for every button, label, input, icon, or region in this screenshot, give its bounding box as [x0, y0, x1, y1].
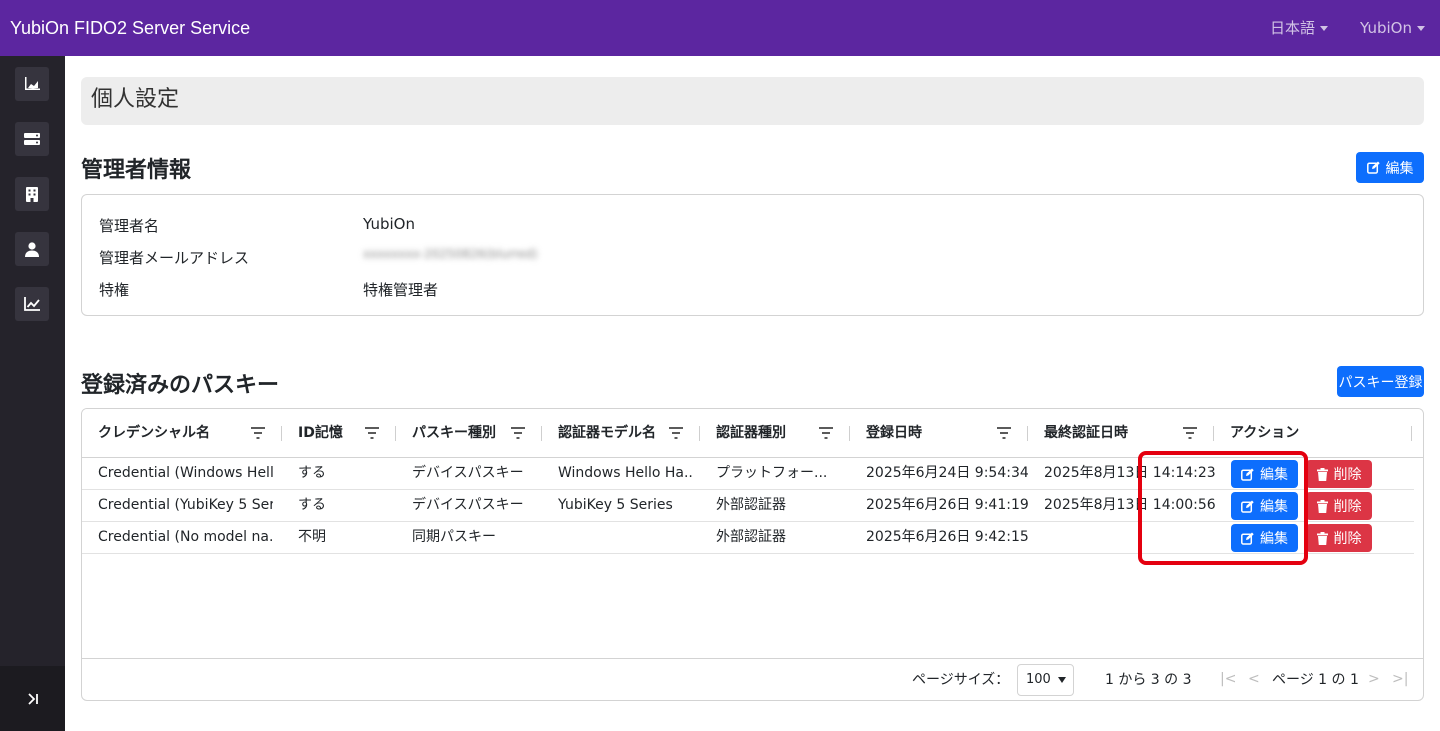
admin-name-label: 管理者名 — [99, 217, 160, 235]
chevron-down-icon — [1416, 26, 1425, 31]
column-header-authenticator-type[interactable]: 認証器種別 — [716, 409, 786, 458]
trash-icon — [1316, 467, 1328, 481]
delete-label: 削除 — [1333, 531, 1362, 547]
top-navbar: YubiOn FIDO2 Server Service 日本語 YubiOn — [0, 0, 1440, 56]
cell-authenticator-type: 外部認証器 — [716, 497, 786, 513]
server-icon — [24, 133, 40, 145]
cell-id-remember: する — [298, 465, 326, 481]
line-chart-icon — [24, 297, 40, 311]
admin-edit-label: 編集 — [1385, 160, 1414, 177]
page-range: 1 から 3 の 3 — [1105, 672, 1192, 688]
column-header-credential-name[interactable]: クレデンシャル名 — [98, 409, 210, 458]
filter-icon[interactable] — [511, 427, 525, 439]
page-title: 個人設定 — [81, 77, 1424, 125]
sidebar-item-dashboard[interactable] — [15, 67, 49, 101]
page-size-label: ページサイズ： — [912, 672, 1010, 688]
column-separator[interactable] — [1213, 426, 1214, 441]
admin-name-value: YubiOn — [363, 215, 415, 233]
chevron-down-icon — [1057, 676, 1066, 683]
cell-id-remember: 不明 — [298, 529, 326, 545]
delete-label: 削除 — [1333, 467, 1362, 483]
cell-passkey-type: 同期パスキー — [412, 529, 496, 545]
delete-passkey-button[interactable]: 削除 — [1306, 492, 1372, 520]
admin-info-card: 管理者名 YubiOn 管理者メールアドレス xxxxxxxx-20250826… — [81, 194, 1424, 316]
register-passkey-button[interactable]: パスキー登録 — [1337, 366, 1424, 397]
cell-credential-name: Credential (Windows Hell... — [98, 465, 273, 481]
column-separator[interactable] — [1027, 426, 1028, 441]
column-separator[interactable] — [281, 426, 282, 441]
admin-privilege-label: 特権 — [99, 281, 130, 299]
admin-privilege-value: 特権管理者 — [363, 281, 439, 299]
page-indicator: ページ 1 の 1 — [1272, 672, 1359, 688]
chevron-down-icon — [1320, 26, 1329, 31]
trash-icon — [1316, 531, 1328, 545]
cell-credential-name: Credential (YubiKey 5 Ser... — [98, 497, 273, 513]
cell-authenticator-type: 外部認証器 — [716, 529, 786, 545]
trash-icon — [1316, 499, 1328, 513]
user-icon — [25, 241, 39, 257]
register-passkey-label: パスキー登録 — [1338, 374, 1423, 391]
cell-passkey-type: デバイスパスキー — [412, 497, 524, 513]
filter-icon[interactable] — [251, 427, 265, 439]
page-size-select[interactable]: 100 — [1017, 664, 1074, 696]
cell-id-remember: する — [298, 497, 326, 513]
filter-icon[interactable] — [997, 427, 1011, 439]
cell-authenticator-type: プラットフォー... — [716, 465, 828, 481]
sidebar-item-statistics[interactable] — [15, 287, 49, 321]
building-icon — [26, 186, 38, 202]
pagination-bar: ページサイズ： 100 1 から 3 の 3 |< < ページ 1 の 1 > … — [82, 658, 1423, 700]
column-separator[interactable] — [1411, 426, 1412, 441]
admin-email-value: xxxxxxxx-20250826(blurred) — [363, 247, 538, 261]
cell-registered-at: 2025年6月26日 9:42:15 — [866, 529, 1029, 545]
last-page-icon[interactable]: >| — [1392, 671, 1408, 687]
filter-icon[interactable] — [1183, 427, 1197, 439]
filter-icon[interactable] — [365, 427, 379, 439]
column-header-id-remember[interactable]: ID記憶 — [298, 409, 343, 458]
sidebar-item-servers[interactable] — [15, 122, 49, 156]
main-content: 個人設定 管理者情報 編集 管理者名 YubiOn 管理者メールアドレス xxx… — [65, 56, 1440, 731]
column-separator[interactable] — [699, 426, 700, 441]
sidebar — [0, 56, 65, 731]
delete-passkey-button[interactable]: 削除 — [1306, 460, 1372, 488]
prev-page-icon[interactable]: < — [1248, 671, 1260, 687]
cell-registered-at: 2025年6月26日 9:41:19 — [866, 497, 1029, 513]
sidebar-item-organization[interactable] — [15, 177, 49, 211]
cell-credential-name: Credential (No model na... — [98, 529, 273, 545]
collapse-toggle-icon — [27, 692, 38, 705]
column-separator[interactable] — [395, 426, 396, 441]
column-header-passkey-type[interactable]: パスキー種別 — [412, 409, 496, 458]
user-label: YubiOn — [1360, 19, 1412, 37]
edit-icon — [1366, 161, 1380, 174]
admin-info-heading: 管理者情報 — [81, 158, 192, 183]
filter-icon[interactable] — [669, 427, 683, 439]
column-header-last-auth[interactable]: 最終認証日時 — [1044, 409, 1128, 458]
language-label: 日本語 — [1270, 19, 1316, 37]
sidebar-toggle-button[interactable] — [0, 666, 65, 731]
cell-passkey-type: デバイスパスキー — [412, 465, 524, 481]
admin-edit-button[interactable]: 編集 — [1356, 152, 1424, 183]
cell-authenticator-model — [558, 522, 693, 553]
delete-label: 削除 — [1333, 499, 1362, 515]
delete-passkey-button[interactable]: 削除 — [1306, 524, 1372, 552]
app-title[interactable]: YubiOn FIDO2 Server Service — [10, 0, 250, 56]
column-header-authenticator-model[interactable]: 認証器モデル名 — [558, 409, 656, 458]
area-chart-icon — [25, 77, 40, 90]
next-page-icon[interactable]: > — [1368, 671, 1380, 687]
language-dropdown[interactable]: 日本語 — [1270, 0, 1329, 56]
column-separator[interactable] — [541, 426, 542, 441]
passkeys-heading: 登録済みのパスキー — [81, 373, 280, 398]
first-page-icon[interactable]: |< — [1220, 671, 1236, 687]
user-dropdown[interactable]: YubiOn — [1360, 0, 1425, 56]
admin-email-label: 管理者メールアドレス — [99, 249, 250, 267]
cell-registered-at: 2025年6月24日 9:54:34 — [866, 465, 1029, 481]
column-separator[interactable] — [849, 426, 850, 441]
sidebar-item-users[interactable] — [15, 232, 49, 266]
cell-authenticator-model: YubiKey 5 Series — [558, 497, 673, 513]
column-header-registered-at[interactable]: 登録日時 — [866, 409, 922, 458]
edit-buttons-highlight — [1138, 451, 1308, 565]
filter-icon[interactable] — [819, 427, 833, 439]
cell-authenticator-model: Windows Hello Ha... — [558, 465, 693, 481]
page-size-value: 100 — [1026, 672, 1051, 687]
